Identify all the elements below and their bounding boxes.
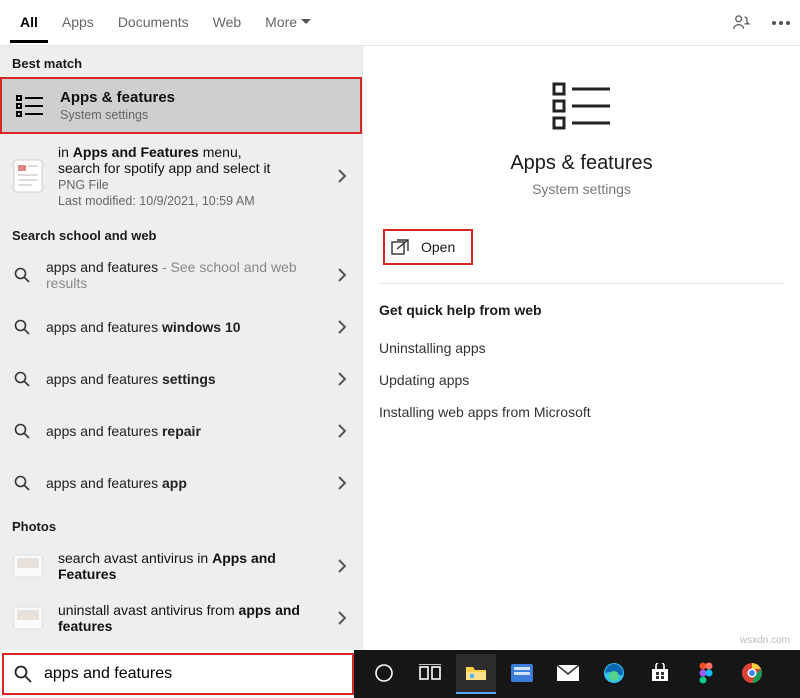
best-match-result[interactable]: Apps & features System settings — [0, 77, 362, 134]
tab-more[interactable]: More — [255, 2, 321, 43]
chevron-right-icon — [334, 559, 350, 573]
result-title: Apps & features — [60, 89, 348, 106]
result-title: apps and features app — [46, 475, 320, 491]
section-photos: Photos — [0, 509, 362, 540]
search-icon — [12, 467, 32, 499]
tab-documents[interactable]: Documents — [108, 2, 199, 43]
result-title: search avast antivirus in Apps and Featu… — [58, 550, 320, 582]
image-icon — [12, 550, 44, 582]
search-box[interactable] — [2, 653, 354, 695]
bottom-bar — [0, 650, 800, 698]
chevron-right-icon — [334, 320, 350, 334]
result-title: apps and features - See school and web r… — [46, 259, 320, 291]
photo-result[interactable]: uninstall avast antivirus from apps and … — [0, 592, 362, 644]
more-options-icon[interactable] — [772, 21, 790, 25]
settings-list-icon — [14, 90, 46, 122]
png-file-result[interactable]: in Apps and Features menu, search for sp… — [0, 134, 362, 218]
taskbar — [354, 650, 800, 698]
web-result[interactable]: apps and features - See school and web r… — [0, 249, 362, 301]
chevron-right-icon — [334, 424, 350, 438]
taskbar-edge[interactable] — [594, 654, 634, 694]
taskbar-cortana[interactable] — [364, 654, 404, 694]
web-result[interactable]: apps and features app — [0, 457, 362, 509]
search-input[interactable] — [42, 664, 352, 684]
result-title: apps and features windows 10 — [46, 319, 320, 335]
web-result[interactable]: apps and features settings — [0, 353, 362, 405]
filter-tabs: All Apps Documents Web More — [10, 2, 321, 43]
chevron-right-icon — [334, 169, 350, 183]
preview-subtitle: System settings — [379, 181, 784, 197]
result-subtitle: System settings — [60, 108, 348, 122]
result-filetype: PNG File — [58, 178, 320, 192]
chevron-right-icon — [334, 611, 350, 625]
chevron-right-icon — [334, 372, 350, 386]
top-nav: All Apps Documents Web More — [0, 0, 800, 46]
feedback-icon[interactable] — [732, 13, 752, 33]
taskbar-chrome[interactable] — [732, 654, 772, 694]
taskbar-mail[interactable] — [548, 654, 588, 694]
tab-web[interactable]: Web — [203, 2, 252, 43]
chevron-right-icon — [334, 268, 350, 282]
help-header: Get quick help from web — [379, 302, 784, 318]
preview-title: Apps & features — [379, 152, 784, 175]
taskbar-app-1[interactable] — [502, 654, 542, 694]
results-pane: Best match Apps & features System settin… — [0, 46, 362, 650]
open-icon — [391, 239, 409, 255]
search-icon — [12, 415, 32, 447]
png-file-icon — [12, 160, 44, 192]
chevron-right-icon — [334, 476, 350, 490]
preview-icon — [379, 78, 784, 134]
taskbar-taskview[interactable] — [410, 654, 450, 694]
result-title: uninstall avast antivirus from apps and … — [58, 602, 320, 634]
image-icon — [12, 602, 44, 634]
tab-apps[interactable]: Apps — [52, 2, 104, 43]
help-link-update[interactable]: Updating apps — [379, 364, 784, 396]
photo-result[interactable]: search avast antivirus in Apps and Featu… — [0, 540, 362, 592]
search-icon — [4, 665, 42, 683]
open-label: Open — [421, 239, 455, 255]
divider — [379, 283, 784, 284]
taskbar-figma[interactable] — [686, 654, 726, 694]
web-result[interactable]: apps and features repair — [0, 405, 362, 457]
tab-all[interactable]: All — [10, 2, 48, 43]
result-modified: Last modified: 10/9/2021, 10:59 AM — [58, 194, 320, 208]
search-icon — [12, 311, 32, 343]
result-title: apps and features settings — [46, 371, 320, 387]
watermark: wsxdn.com — [740, 635, 790, 646]
search-icon — [12, 259, 32, 291]
preview-pane: Apps & features System settings Open Get… — [362, 46, 800, 650]
main-content: Best match Apps & features System settin… — [0, 46, 800, 650]
web-result[interactable]: apps and features windows 10 — [0, 301, 362, 353]
help-link-webapps[interactable]: Installing web apps from Microsoft — [379, 396, 784, 428]
result-title: in Apps and Features menu, search for sp… — [58, 144, 320, 176]
open-button[interactable]: Open — [383, 229, 473, 265]
taskbar-store[interactable] — [640, 654, 680, 694]
section-search-web: Search school and web — [0, 218, 362, 249]
result-title: apps and features repair — [46, 423, 320, 439]
help-link-uninstall[interactable]: Uninstalling apps — [379, 332, 784, 364]
tab-more-label: More — [265, 14, 297, 30]
chevron-down-icon — [301, 19, 311, 25]
taskbar-explorer[interactable] — [456, 654, 496, 694]
section-best-match: Best match — [0, 46, 362, 77]
search-icon — [12, 363, 32, 395]
